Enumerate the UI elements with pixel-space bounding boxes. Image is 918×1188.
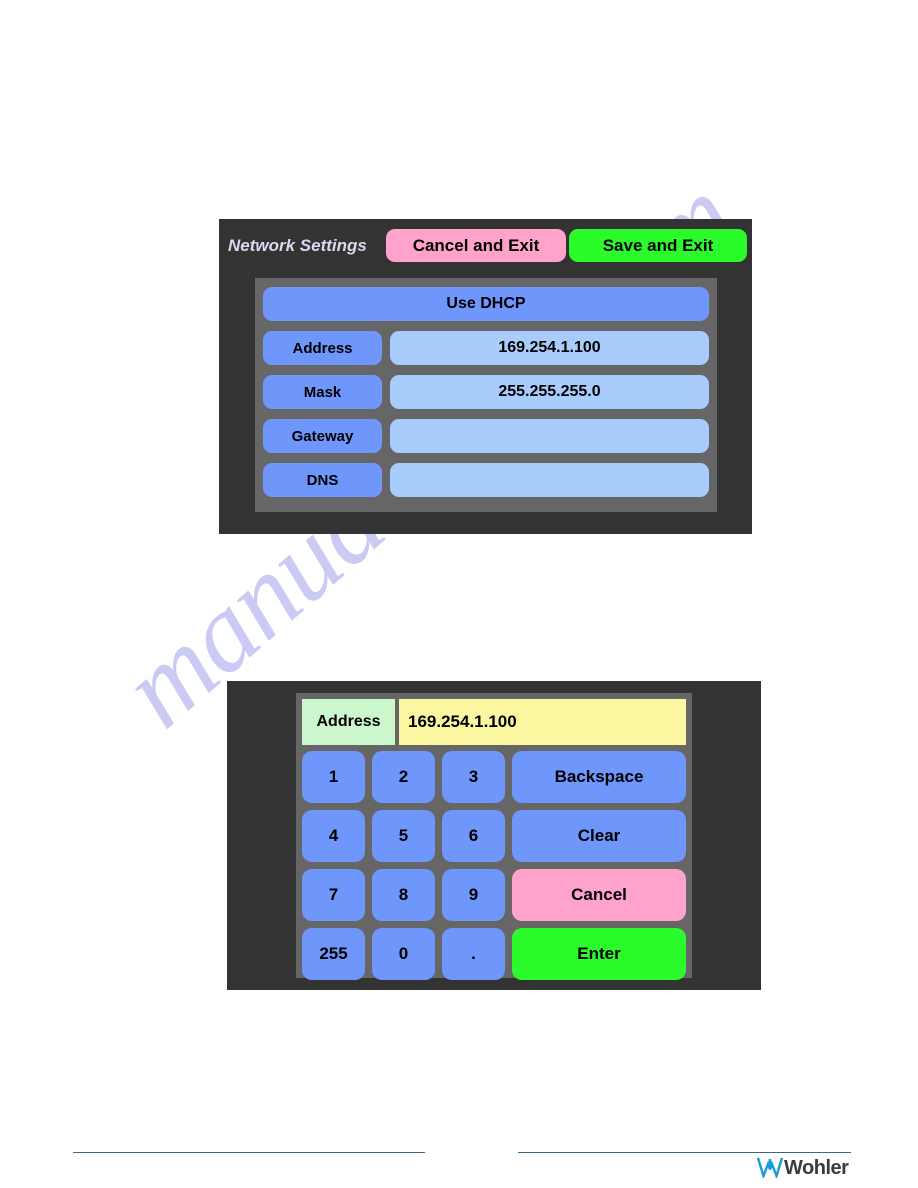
keypad-key-0[interactable]: 0 (372, 928, 435, 980)
dns-value-field[interactable] (390, 463, 709, 497)
keypad-value-input[interactable]: 169.254.1.100 (399, 699, 686, 745)
footer-divider-right (518, 1152, 851, 1153)
address-value-field[interactable]: 169.254.1.100 (390, 331, 709, 365)
network-settings-panel: Network Settings Cancel and Exit Save an… (219, 219, 752, 534)
cancel-and-exit-button[interactable]: Cancel and Exit (386, 229, 566, 262)
mask-label-button[interactable]: Mask (263, 375, 382, 409)
footer-divider-left (73, 1152, 425, 1153)
mask-row: Mask 255.255.255.0 (263, 375, 709, 409)
keypad-key-9[interactable]: 9 (442, 869, 505, 921)
wohler-logo: Wohler (756, 1156, 849, 1180)
keypad-grid: 1 2 3 Backspace 4 5 6 Clear 7 8 9 Cancel 255 0. Enter (302, 751, 686, 980)
keypad-field-label: Address (302, 699, 395, 745)
keypad-key-8[interactable]: 8 (372, 869, 435, 921)
use-dhcp-row: Use DHCP (263, 287, 709, 321)
network-settings-titlebar: Network Settings Cancel and Exit Save an… (219, 219, 752, 277)
keypad-key-enter[interactable]: Enter (512, 928, 686, 980)
save-and-exit-button[interactable]: Save and Exit (569, 229, 747, 262)
keypad-key-cancel[interactable]: Cancel (512, 869, 686, 921)
keypad-key-7[interactable]: 7 (302, 869, 365, 921)
keypad-key-255[interactable]: 255 (302, 928, 365, 980)
keypad-key-3[interactable]: 3 (442, 751, 505, 803)
use-dhcp-button[interactable]: Use DHCP (263, 287, 709, 321)
address-row: Address 169.254.1.100 (263, 331, 709, 365)
keypad-key-backspace[interactable]: Backspace (512, 751, 686, 803)
keypad-key-4[interactable]: 4 (302, 810, 365, 862)
keypad-key-5[interactable]: 5 (372, 810, 435, 862)
keypad-entry-row: Address 169.254.1.100 (302, 699, 686, 745)
network-settings-form: Use DHCP Address 169.254.1.100 Mask 255.… (255, 278, 717, 512)
keypad-body: Address 169.254.1.100 1 2 3 Backspace 4 5 6 Cle… (296, 693, 692, 980)
gateway-row: Gateway (263, 419, 709, 453)
keypad-key-clear[interactable]: Clear (512, 810, 686, 862)
keypad-key-2[interactable]: 2 (372, 751, 435, 803)
mask-value-field[interactable]: 255.255.255.0 (390, 375, 709, 409)
numeric-keypad-panel: Address 169.254.1.100 1 2 3 Backspace 4 5 6 Cle… (227, 681, 761, 990)
page-title: Network Settings (228, 236, 367, 255)
wohler-wordmark: Wohler (784, 1156, 849, 1179)
dns-label-button[interactable]: DNS (263, 463, 382, 497)
page-watermark: manualshive.com (0, 0, 918, 1188)
gateway-value-field[interactable] (390, 419, 709, 453)
keypad-key-6[interactable]: 6 (442, 810, 505, 862)
keypad-key-[interactable]: . (442, 928, 505, 980)
wohler-w-mark-icon (756, 1157, 784, 1180)
gateway-label-button[interactable]: Gateway (263, 419, 382, 453)
keypad-key-1[interactable]: 1 (302, 751, 365, 803)
dns-row: DNS (263, 463, 709, 497)
address-label-button[interactable]: Address (263, 331, 382, 365)
